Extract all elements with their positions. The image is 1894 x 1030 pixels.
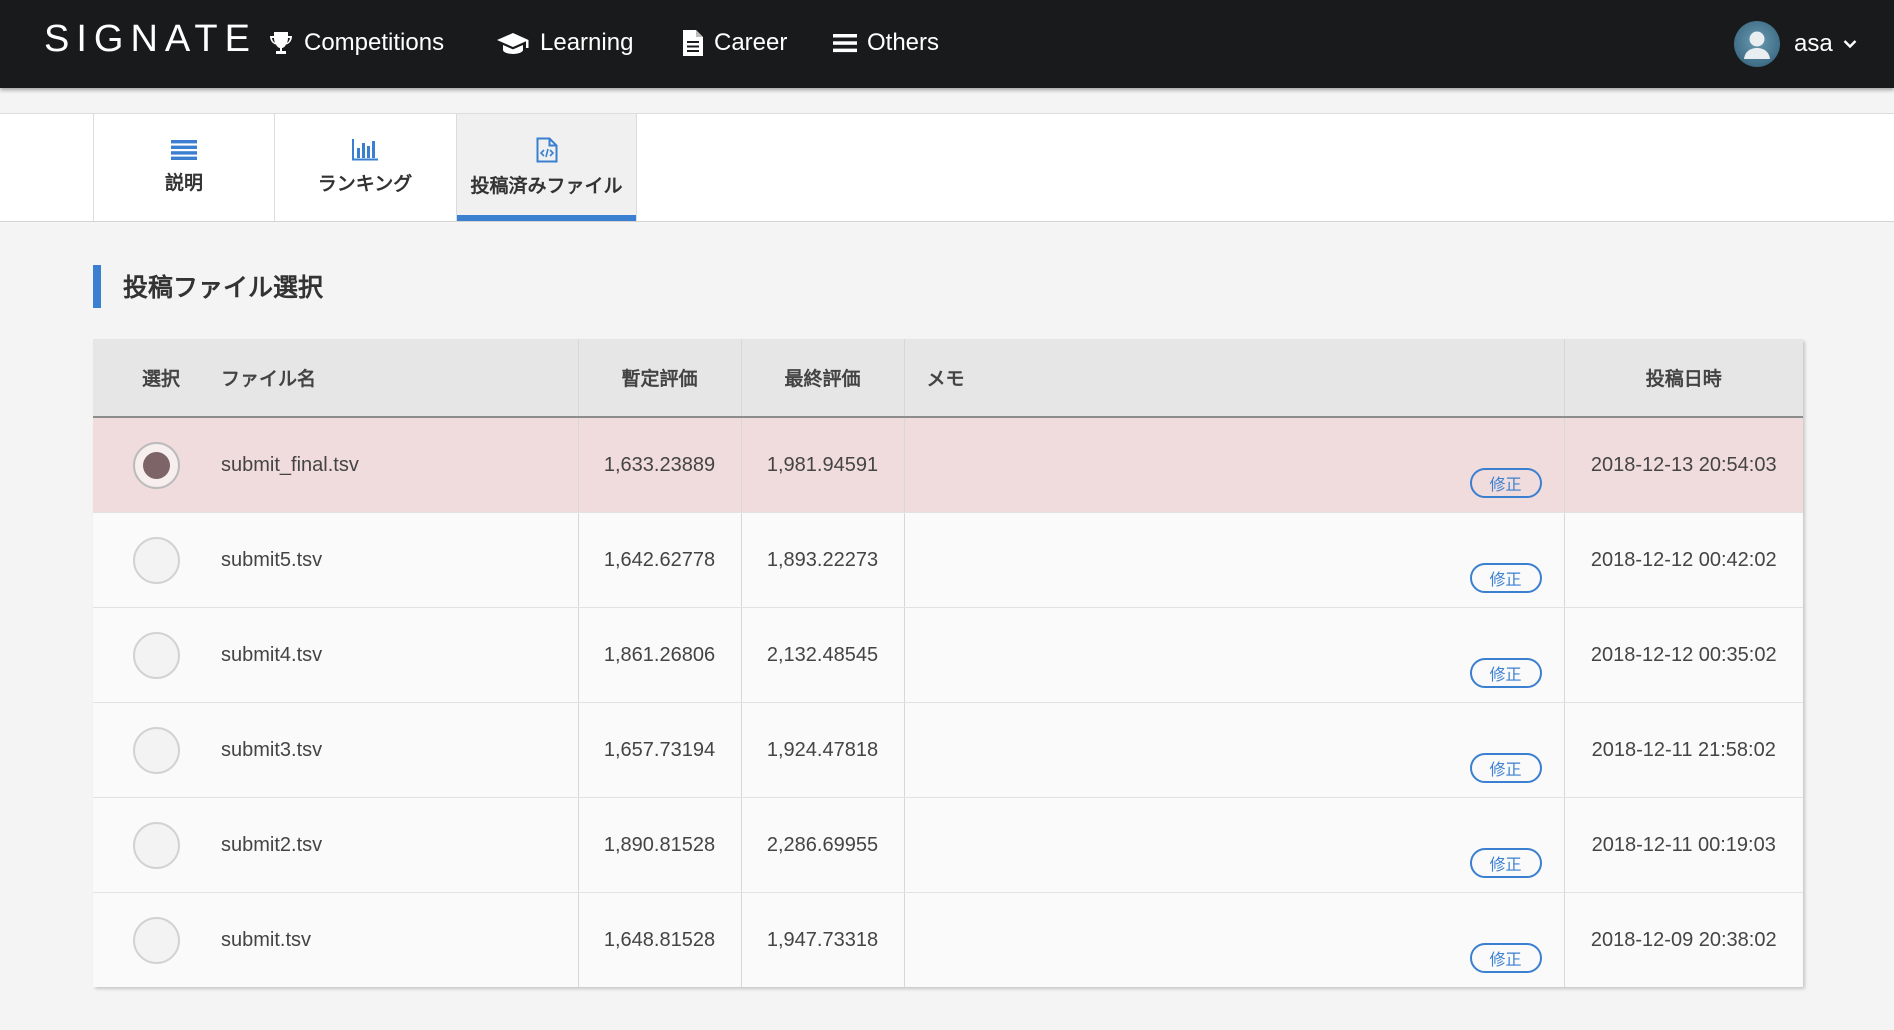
header-filename: ファイル名 bbox=[219, 339, 578, 418]
row-date: 2018-12-13 20:54:03 bbox=[1563, 417, 1803, 513]
row-select-radio[interactable] bbox=[133, 821, 180, 869]
edit-memo-button[interactable]: 修正 bbox=[1469, 753, 1542, 783]
list-icon bbox=[171, 140, 197, 160]
row-final-score: 1,924.47818 bbox=[740, 702, 904, 798]
table-row[interactable]: submit3.tsv 1,657.73194 1,924.47818 修正 2… bbox=[93, 702, 1803, 798]
avatar bbox=[1734, 21, 1780, 67]
row-memo: 修正 bbox=[903, 607, 1564, 703]
header-select: 選択 bbox=[93, 339, 219, 418]
nav-career-label: Career bbox=[714, 29, 788, 56]
nav-learning-label: Learning bbox=[540, 29, 634, 56]
nav-career[interactable]: Career bbox=[682, 25, 787, 61]
nav-others[interactable]: Others bbox=[833, 25, 939, 61]
top-navbar: SIGNATE Competitions Learning Career Oth… bbox=[0, 0, 1894, 88]
row-filename: submit4.tsv bbox=[219, 607, 578, 703]
row-final-score: 2,286.69955 bbox=[740, 797, 904, 893]
table-row[interactable]: submit.tsv 1,648.81528 1,947.73318 修正 20… bbox=[93, 892, 1803, 987]
section-title: 投稿ファイル選択 bbox=[123, 273, 324, 302]
tab-submitted-files[interactable]: 投稿済みファイル bbox=[456, 114, 637, 221]
table-row[interactable]: submit4.tsv 1,861.26806 2,132.48545 修正 2… bbox=[93, 607, 1803, 703]
row-final-score: 2,132.48545 bbox=[740, 607, 904, 703]
row-select-radio[interactable] bbox=[133, 441, 180, 489]
row-provisional-score: 1,861.26806 bbox=[577, 607, 741, 703]
tab-description[interactable]: 説明 bbox=[93, 114, 274, 221]
header-provisional-score: 暫定評価 bbox=[577, 339, 741, 418]
row-memo: 修正 bbox=[903, 797, 1564, 893]
row-date: 2018-12-12 00:42:02 bbox=[1563, 512, 1803, 608]
code-file-icon bbox=[536, 137, 557, 163]
row-select-radio[interactable] bbox=[133, 536, 180, 584]
row-provisional-score: 1,648.81528 bbox=[577, 892, 741, 987]
row-date: 2018-12-09 20:38:02 bbox=[1563, 892, 1803, 987]
tab-submitted-files-label: 投稿済みファイル bbox=[470, 175, 623, 197]
row-final-score: 1,947.73318 bbox=[740, 892, 904, 987]
trophy-icon bbox=[270, 32, 292, 54]
user-menu[interactable]: asa bbox=[1734, 21, 1857, 67]
table-row[interactable]: submit_final.tsv 1,633.23889 1,981.94591… bbox=[93, 417, 1803, 513]
tab-bar: 説明 ランキング 投稿済みファイル bbox=[0, 113, 1894, 222]
table-row[interactable]: submit5.tsv 1,642.62778 1,893.22273 修正 2… bbox=[93, 512, 1803, 608]
header-memo: メモ bbox=[903, 339, 1564, 418]
header-final-score: 最終評価 bbox=[740, 339, 904, 418]
row-provisional-score: 1,633.23889 bbox=[577, 417, 741, 513]
nav-competitions[interactable]: Competitions bbox=[268, 25, 444, 61]
row-date: 2018-12-11 21:58:02 bbox=[1563, 702, 1803, 798]
row-filename: submit5.tsv bbox=[219, 512, 578, 608]
row-select-radio[interactable] bbox=[133, 631, 180, 679]
edit-memo-button[interactable]: 修正 bbox=[1469, 563, 1542, 593]
edit-memo-button[interactable]: 修正 bbox=[1469, 468, 1542, 498]
row-memo: 修正 bbox=[903, 512, 1564, 608]
row-select-radio[interactable] bbox=[133, 916, 180, 964]
row-date: 2018-12-11 00:19:03 bbox=[1563, 797, 1803, 893]
tab-description-label: 説明 bbox=[164, 172, 203, 194]
nav-others-label: Others bbox=[867, 29, 940, 56]
row-filename: submit_final.tsv bbox=[219, 417, 578, 513]
signate-logo[interactable]: SIGNATE bbox=[44, 18, 257, 61]
header-date: 投稿日時 bbox=[1563, 339, 1803, 418]
row-select-radio[interactable] bbox=[133, 726, 180, 774]
user-icon bbox=[1744, 31, 1770, 59]
row-final-score: 1,893.22273 bbox=[740, 512, 904, 608]
section-title-accent bbox=[93, 265, 101, 308]
row-filename: submit.tsv bbox=[221, 928, 312, 951]
nav-competitions-label: Competitions bbox=[304, 29, 445, 56]
edit-memo-button[interactable]: 修正 bbox=[1469, 943, 1542, 973]
row-final-score: 1,981.94591 bbox=[740, 417, 904, 513]
document-icon bbox=[683, 30, 703, 56]
tab-ranking[interactable]: ランキング bbox=[274, 114, 455, 221]
row-memo: 修正 bbox=[903, 702, 1564, 798]
row-provisional-score: 1,657.73194 bbox=[577, 702, 741, 798]
row-filename: submit2.tsv bbox=[219, 797, 578, 893]
row-memo: 修正 bbox=[903, 892, 1564, 987]
edit-memo-button[interactable]: 修正 bbox=[1469, 658, 1542, 688]
menu-icon bbox=[833, 34, 857, 53]
table-header-row: 選択 ファイル名 暫定評価 最終評価 メモ 投稿日時 bbox=[93, 339, 1803, 418]
submission-table: 選択 ファイル名 暫定評価 最終評価 メモ 投稿日時 submit_final.… bbox=[93, 339, 1803, 987]
user-name: asa bbox=[1794, 30, 1833, 57]
nav-learning[interactable]: Learning bbox=[496, 25, 633, 61]
row-filename: submit3.tsv bbox=[219, 702, 578, 798]
row-date: 2018-12-12 00:35:02 bbox=[1563, 607, 1803, 703]
edit-memo-button[interactable]: 修正 bbox=[1469, 848, 1542, 878]
tab-ranking-label: ランキング bbox=[317, 173, 413, 195]
row-provisional-score: 1,642.62778 bbox=[577, 512, 741, 608]
table-row[interactable]: submit2.tsv 1,890.81528 2,286.69955 修正 2… bbox=[93, 797, 1803, 893]
row-memo: 修正 bbox=[903, 417, 1564, 513]
chevron-down-icon bbox=[1843, 40, 1857, 49]
row-provisional-score: 1,890.81528 bbox=[577, 797, 741, 893]
bar-chart-icon bbox=[352, 139, 378, 161]
graduation-cap-icon bbox=[497, 33, 529, 54]
